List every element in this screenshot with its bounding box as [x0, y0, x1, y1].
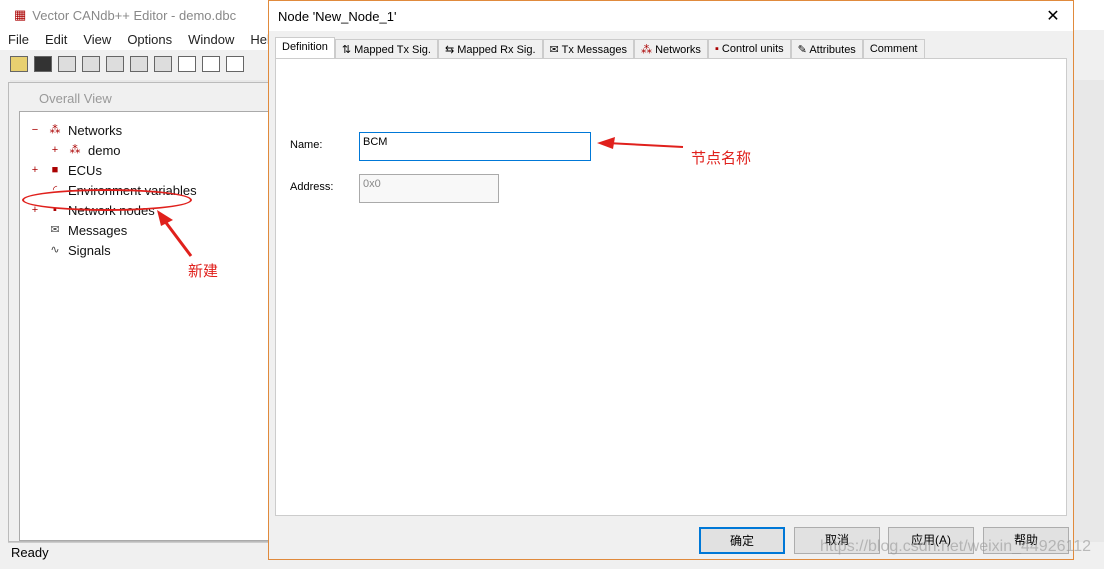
- tab-definition[interactable]: Definition: [275, 37, 335, 59]
- toolbar: [10, 52, 244, 76]
- watermark: https://blog.csdn.net/weixin_44926112: [820, 538, 1092, 555]
- arrow-annotation: [157, 210, 193, 257]
- tab-control-units[interactable]: ▪ Control units: [707, 39, 791, 59]
- highlight-ellipse: [22, 189, 192, 211]
- menu-edit[interactable]: Edit: [37, 30, 75, 50]
- ecu-icon: ■: [51, 164, 59, 176]
- expand-icon[interactable]: +: [28, 164, 42, 176]
- node-dialog: Node 'New_Node_1' ✕ Definition ⇅ Mapped T…: [268, 0, 1074, 560]
- definition-panel: [275, 58, 1067, 516]
- menu-view[interactable]: View: [75, 30, 119, 50]
- collapse-icon[interactable]: −: [28, 124, 42, 136]
- tree-item-ecus[interactable]: + ■ ECUs: [20, 160, 271, 180]
- save-icon[interactable]: [34, 56, 52, 72]
- annotation-node-name: 节点名称: [691, 150, 752, 167]
- app-logo-icon: ▦: [14, 7, 27, 22]
- expand-icon[interactable]: +: [48, 144, 62, 156]
- paste-icon[interactable]: [82, 56, 100, 72]
- view3-icon[interactable]: [226, 56, 244, 72]
- name-label: Name:: [290, 139, 323, 151]
- tree-item-networks[interactable]: − ⁂ Networks: [20, 120, 271, 140]
- annotation-new: 新建: [188, 263, 219, 280]
- menu-options[interactable]: Options: [119, 30, 180, 50]
- ok-button[interactable]: 确定: [699, 527, 785, 554]
- tab-bar: Definition ⇅ Mapped Tx Sig. ⇆ Mapped Rx …: [275, 37, 925, 59]
- menu-window[interactable]: Window: [180, 30, 242, 50]
- tab-tx-messages[interactable]: ✉ Tx Messages: [542, 39, 635, 59]
- arrow-annotation: [597, 137, 684, 149]
- tree-item-signals[interactable]: ∿ Signals: [20, 240, 271, 260]
- tab-networks[interactable]: ⁂ Networks: [634, 39, 708, 59]
- wave-icon: ∿: [50, 244, 60, 256]
- overall-view-title: Overall View: [39, 90, 112, 106]
- overall-view-window: Overall View − ⁂ Networks + ⁂ demo + ■ ECUs ◜ E…: [8, 82, 273, 542]
- menu-bar: File Edit View Options Window Help: [0, 30, 280, 50]
- tree-item-demo[interactable]: + ⁂ demo: [20, 140, 271, 160]
- tool-icon[interactable]: [154, 56, 172, 72]
- close-icon[interactable]: ✕: [1033, 6, 1073, 26]
- tab-mapped-rx[interactable]: ⇆ Mapped Rx Sig.: [437, 39, 543, 59]
- tree-view: − ⁂ Networks + ⁂ demo + ■ ECUs ◜ Environment va…: [19, 111, 272, 541]
- copy-icon[interactable]: [58, 56, 76, 72]
- network-icon: ⁂: [69, 144, 81, 156]
- list-icon[interactable]: [130, 56, 148, 72]
- envelope-icon: ✉: [50, 224, 60, 236]
- tab-mapped-tx[interactable]: ⇅ Mapped Tx Sig.: [334, 39, 438, 59]
- status-bar: Ready: [8, 542, 273, 562]
- menu-file[interactable]: File: [0, 30, 37, 50]
- edit-icon[interactable]: [106, 56, 124, 72]
- tree-item-messages[interactable]: ✉ Messages: [20, 220, 271, 240]
- tab-attributes[interactable]: ✎ Attributes: [790, 39, 863, 59]
- tab-comment[interactable]: Comment: [862, 39, 925, 59]
- address-input[interactable]: 0x0: [359, 174, 499, 203]
- open-icon[interactable]: [10, 56, 28, 72]
- network-icon: ⁂: [49, 124, 61, 136]
- name-input[interactable]: BCM: [359, 132, 591, 161]
- dialog-title: Node 'New_Node_1': [278, 8, 397, 24]
- view2-icon[interactable]: [202, 56, 220, 72]
- address-label: Address:: [290, 181, 334, 193]
- view1-icon[interactable]: [178, 56, 196, 72]
